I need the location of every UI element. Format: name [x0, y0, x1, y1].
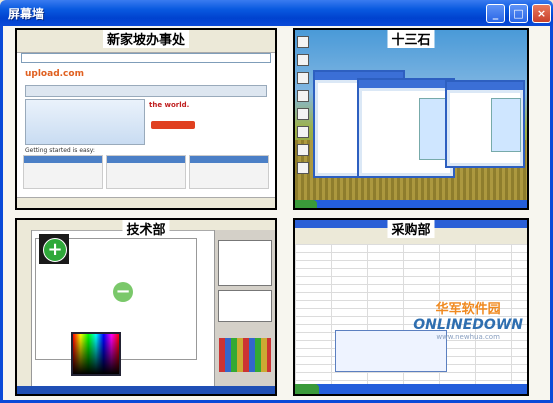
panel-label: 采购部	[387, 220, 435, 238]
color-picker	[71, 332, 121, 376]
onlinedown-watermark: 华军软件园 ONLINEDOWN www.newhua.com	[413, 298, 523, 341]
site-hero-image	[25, 99, 145, 145]
screen-wall-area: 新家坡办事处 upload.com the world. Getting sta…	[0, 26, 553, 403]
site-hero-text: the world.	[149, 101, 190, 109]
step-box	[23, 155, 103, 189]
minimize-button[interactable]: _	[486, 4, 505, 23]
panel-label: 新家坡办事处	[102, 30, 190, 48]
step-box	[106, 155, 186, 189]
editor-toolbox	[17, 230, 32, 394]
screen-panel-purchasing-dept[interactable]: 采购部 华军软件园 ONLINEDOWN www.newhua.com	[293, 218, 529, 396]
dark-tile: +	[39, 234, 69, 264]
watermark-en: ONLINEDOWN	[413, 317, 523, 333]
avatar-icon	[491, 98, 521, 152]
watermark-url: www.newhua.com	[436, 333, 500, 341]
step-box	[189, 155, 269, 189]
panel-label: 十三石	[387, 30, 435, 48]
signup-button	[151, 121, 195, 129]
start-button	[295, 384, 319, 394]
browser-statusbar	[17, 197, 275, 208]
taskbar	[17, 386, 275, 394]
window-title: 屏幕墙	[8, 7, 45, 21]
watermark-cn: 华军软件园	[435, 302, 501, 317]
browser-page: upload.com the world. Getting started is…	[17, 63, 275, 198]
steps-row	[23, 155, 269, 189]
desktop-background	[295, 30, 527, 208]
start-button	[295, 200, 317, 208]
site-logo: upload.com	[25, 69, 84, 79]
site-nav	[25, 85, 267, 97]
chat-window	[357, 78, 455, 178]
getting-started-text: Getting started is easy:	[25, 147, 95, 154]
window-titlebar[interactable]: 屏幕墙 _ □ ×	[0, 0, 553, 26]
panel-label: 技术部	[122, 220, 170, 238]
plus-icon: +	[43, 238, 67, 262]
screen-panel-thirteen-stone[interactable]: 十三石	[293, 28, 529, 210]
desktop-icons	[297, 36, 309, 180]
screen-panel-singapore-office[interactable]: 新家坡办事处 upload.com the world. Getting sta…	[15, 28, 277, 210]
minus-icon: −	[113, 282, 133, 302]
browser-address-bar	[21, 53, 271, 63]
screen-panel-tech-dept[interactable]: 技术部 + −	[15, 218, 277, 396]
close-button[interactable]: ×	[532, 4, 551, 23]
chat-window	[445, 80, 525, 168]
taskbar	[295, 384, 527, 394]
swatch-palette	[219, 338, 271, 372]
taskbar	[295, 200, 527, 208]
maximize-button[interactable]: □	[509, 4, 528, 23]
